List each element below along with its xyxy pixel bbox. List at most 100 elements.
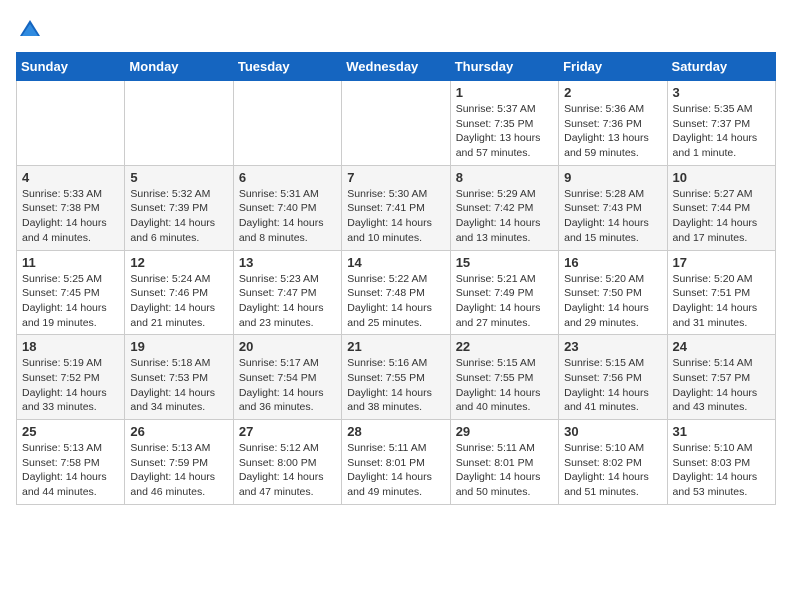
calendar-cell: 31Sunrise: 5:10 AM Sunset: 8:03 PM Dayli… xyxy=(667,420,775,505)
calendar-cell: 25Sunrise: 5:13 AM Sunset: 7:58 PM Dayli… xyxy=(17,420,125,505)
day-info: Sunrise: 5:19 AM Sunset: 7:52 PM Dayligh… xyxy=(22,356,119,415)
calendar-cell: 8 Sunrise: 5:29 AM Sunset: 7:42 PM Daylig… xyxy=(450,165,558,250)
calendar-header-row: SundayMondayTuesdayWednesdayThursdayFrid… xyxy=(17,53,776,81)
day-info: Sunrise: 5:30 AM Sunset: 7:41 PM Dayligh… xyxy=(347,187,444,246)
calendar-cell: 21 Sunrise: 5:16 AM Sunset: 7:55 PM Dayli… xyxy=(342,335,450,420)
calendar-cell: 24 Sunrise: 5:14 AM Sunset: 7:57 PM Dayli… xyxy=(667,335,775,420)
day-number: 22 xyxy=(456,339,553,354)
calendar-week-row: 18 Sunrise: 5:19 AM Sunset: 7:52 PM Dayli… xyxy=(17,335,776,420)
day-number: 14 xyxy=(347,255,444,270)
day-info: Sunrise: 5:15 AM Sunset: 7:55 PM Dayligh… xyxy=(456,356,553,415)
day-info: Sunrise: 5:31 AM Sunset: 7:40 PM Dayligh… xyxy=(239,187,336,246)
day-number: 11 xyxy=(22,255,119,270)
calendar-cell: 4Sunrise: 5:33 AM Sunset: 7:38 PM Daylig… xyxy=(17,165,125,250)
day-number: 27 xyxy=(239,424,336,439)
day-info: Sunrise: 5:15 AM Sunset: 7:56 PM Dayligh… xyxy=(564,356,661,415)
day-number: 17 xyxy=(673,255,770,270)
calendar-cell: 18 Sunrise: 5:19 AM Sunset: 7:52 PM Dayli… xyxy=(17,335,125,420)
calendar-cell: 22 Sunrise: 5:15 AM Sunset: 7:55 PM Dayli… xyxy=(450,335,558,420)
day-info: Sunrise: 5:29 AM Sunset: 7:42 PM Dayligh… xyxy=(456,187,553,246)
calendar-cell: 17 Sunrise: 5:20 AM Sunset: 7:51 PM Dayli… xyxy=(667,250,775,335)
calendar-week-row: 4Sunrise: 5:33 AM Sunset: 7:38 PM Daylig… xyxy=(17,165,776,250)
calendar-cell: 9 Sunrise: 5:28 AM Sunset: 7:43 PM Daylig… xyxy=(559,165,667,250)
day-info: Sunrise: 5:20 AM Sunset: 7:51 PM Dayligh… xyxy=(673,272,770,331)
day-info: Sunrise: 5:20 AM Sunset: 7:50 PM Dayligh… xyxy=(564,272,661,331)
day-number: 10 xyxy=(673,170,770,185)
day-info: Sunrise: 5:16 AM Sunset: 7:55 PM Dayligh… xyxy=(347,356,444,415)
day-number: 16 xyxy=(564,255,661,270)
calendar-cell: 20 Sunrise: 5:17 AM Sunset: 7:54 PM Dayli… xyxy=(233,335,341,420)
day-number: 13 xyxy=(239,255,336,270)
weekday-header: Saturday xyxy=(667,53,775,81)
day-info: Sunrise: 5:10 AM Sunset: 8:02 PM Dayligh… xyxy=(564,441,661,500)
day-info: Sunrise: 5:23 AM Sunset: 7:47 PM Dayligh… xyxy=(239,272,336,331)
day-number: 25 xyxy=(22,424,119,439)
page-header xyxy=(16,16,776,44)
calendar-cell: 27Sunrise: 5:12 AM Sunset: 8:00 PM Dayli… xyxy=(233,420,341,505)
calendar-cell: 29Sunrise: 5:11 AM Sunset: 8:01 PM Dayli… xyxy=(450,420,558,505)
calendar-cell: 5 Sunrise: 5:32 AM Sunset: 7:39 PM Daylig… xyxy=(125,165,233,250)
weekday-header: Wednesday xyxy=(342,53,450,81)
day-number: 7 xyxy=(347,170,444,185)
calendar-cell: 16 Sunrise: 5:20 AM Sunset: 7:50 PM Dayli… xyxy=(559,250,667,335)
day-info: Sunrise: 5:32 AM Sunset: 7:39 PM Dayligh… xyxy=(130,187,227,246)
day-number: 20 xyxy=(239,339,336,354)
day-number: 18 xyxy=(22,339,119,354)
day-number: 23 xyxy=(564,339,661,354)
day-info: Sunrise: 5:24 AM Sunset: 7:46 PM Dayligh… xyxy=(130,272,227,331)
calendar-cell: 10 Sunrise: 5:27 AM Sunset: 7:44 PM Dayli… xyxy=(667,165,775,250)
day-number: 3 xyxy=(673,85,770,100)
calendar-cell: 19 Sunrise: 5:18 AM Sunset: 7:53 PM Dayli… xyxy=(125,335,233,420)
calendar-cell: 15 Sunrise: 5:21 AM Sunset: 7:49 PM Dayli… xyxy=(450,250,558,335)
day-number: 19 xyxy=(130,339,227,354)
day-number: 26 xyxy=(130,424,227,439)
calendar-cell: 26 Sunrise: 5:13 AM Sunset: 7:59 PM Dayli… xyxy=(125,420,233,505)
day-info: Sunrise: 5:13 AM Sunset: 7:59 PM Dayligh… xyxy=(130,441,227,500)
logo xyxy=(16,16,48,44)
calendar-cell: 28 Sunrise: 5:11 AM Sunset: 8:01 PM Dayli… xyxy=(342,420,450,505)
calendar-cell: 11 Sunrise: 5:25 AM Sunset: 7:45 PM Dayli… xyxy=(17,250,125,335)
calendar-cell: 6Sunrise: 5:31 AM Sunset: 7:40 PM Daylig… xyxy=(233,165,341,250)
calendar-cell: 1 Sunrise: 5:37 AM Sunset: 7:35 PM Daylig… xyxy=(450,81,558,166)
weekday-header: Monday xyxy=(125,53,233,81)
day-number: 29 xyxy=(456,424,553,439)
calendar-cell xyxy=(125,81,233,166)
day-info: Sunrise: 5:11 AM Sunset: 8:01 PM Dayligh… xyxy=(347,441,444,500)
calendar-cell: 12 Sunrise: 5:24 AM Sunset: 7:46 PM Dayli… xyxy=(125,250,233,335)
calendar-cell xyxy=(17,81,125,166)
day-info: Sunrise: 5:18 AM Sunset: 7:53 PM Dayligh… xyxy=(130,356,227,415)
day-number: 21 xyxy=(347,339,444,354)
day-info: Sunrise: 5:22 AM Sunset: 7:48 PM Dayligh… xyxy=(347,272,444,331)
day-number: 30 xyxy=(564,424,661,439)
day-info: Sunrise: 5:14 AM Sunset: 7:57 PM Dayligh… xyxy=(673,356,770,415)
day-number: 8 xyxy=(456,170,553,185)
day-number: 9 xyxy=(564,170,661,185)
calendar-cell: 14 Sunrise: 5:22 AM Sunset: 7:48 PM Dayli… xyxy=(342,250,450,335)
day-number: 5 xyxy=(130,170,227,185)
weekday-header: Thursday xyxy=(450,53,558,81)
weekday-header: Friday xyxy=(559,53,667,81)
day-info: Sunrise: 5:21 AM Sunset: 7:49 PM Dayligh… xyxy=(456,272,553,331)
day-number: 31 xyxy=(673,424,770,439)
day-number: 1 xyxy=(456,85,553,100)
day-info: Sunrise: 5:35 AM Sunset: 7:37 PM Dayligh… xyxy=(673,102,770,161)
calendar-cell xyxy=(342,81,450,166)
weekday-header: Tuesday xyxy=(233,53,341,81)
calendar-week-row: 1 Sunrise: 5:37 AM Sunset: 7:35 PM Daylig… xyxy=(17,81,776,166)
calendar-cell: 23 Sunrise: 5:15 AM Sunset: 7:56 PM Dayli… xyxy=(559,335,667,420)
day-info: Sunrise: 5:28 AM Sunset: 7:43 PM Dayligh… xyxy=(564,187,661,246)
day-info: Sunrise: 5:37 AM Sunset: 7:35 PM Dayligh… xyxy=(456,102,553,161)
day-info: Sunrise: 5:25 AM Sunset: 7:45 PM Dayligh… xyxy=(22,272,119,331)
day-number: 4 xyxy=(22,170,119,185)
day-number: 15 xyxy=(456,255,553,270)
day-info: Sunrise: 5:27 AM Sunset: 7:44 PM Dayligh… xyxy=(673,187,770,246)
calendar-cell: 13 Sunrise: 5:23 AM Sunset: 7:47 PM Dayli… xyxy=(233,250,341,335)
calendar-cell: 3 Sunrise: 5:35 AM Sunset: 7:37 PM Daylig… xyxy=(667,81,775,166)
calendar-table: SundayMondayTuesdayWednesdayThursdayFrid… xyxy=(16,52,776,505)
day-number: 2 xyxy=(564,85,661,100)
day-number: 28 xyxy=(347,424,444,439)
day-info: Sunrise: 5:17 AM Sunset: 7:54 PM Dayligh… xyxy=(239,356,336,415)
day-number: 12 xyxy=(130,255,227,270)
day-number: 24 xyxy=(673,339,770,354)
calendar-cell xyxy=(233,81,341,166)
